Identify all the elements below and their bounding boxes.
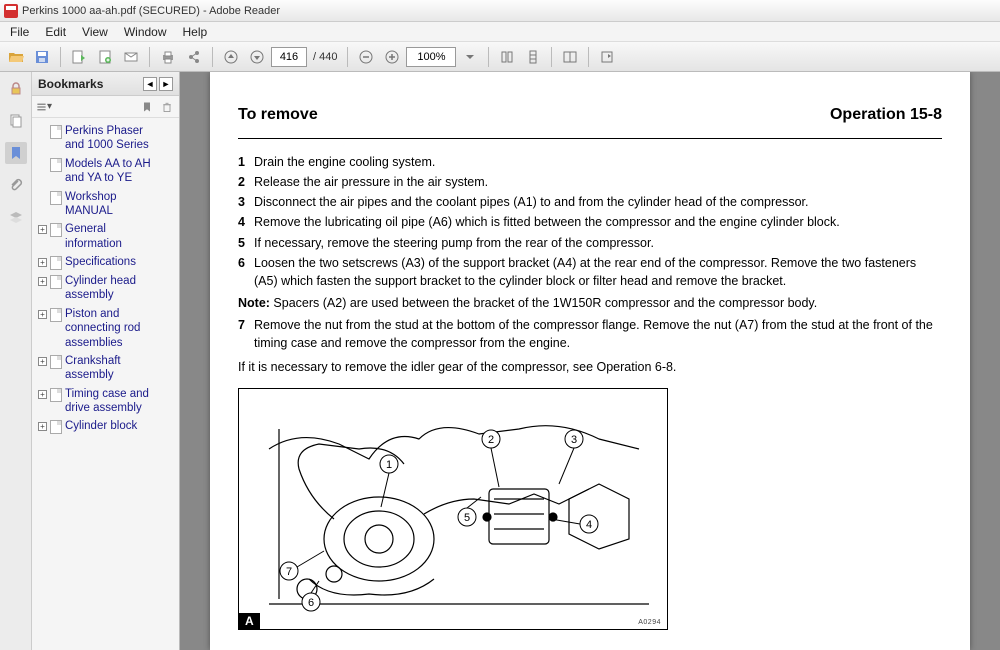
view-scroll-button[interactable] xyxy=(521,45,545,69)
page-icon xyxy=(50,191,62,205)
bookmark-label: Workshop MANUAL xyxy=(65,190,165,219)
bookmark-label: Piston and connecting rod assemblies xyxy=(65,307,165,350)
page-icon xyxy=(50,256,62,270)
procedure-steps: 1Drain the engine cooling system.2Releas… xyxy=(238,153,942,376)
bookmark-item[interactable]: + Cylinder head assembly xyxy=(34,272,177,305)
menubar: File Edit View Window Help xyxy=(0,22,1000,42)
bookmark-label: Crankshaft assembly xyxy=(65,354,165,383)
svg-text:4: 4 xyxy=(586,519,592,531)
page-icon xyxy=(50,308,62,322)
pdf-page: To remove Operation 15-8 1Drain the engi… xyxy=(210,72,970,650)
page-icon xyxy=(50,275,62,289)
page-icon xyxy=(50,388,62,402)
bookmark-label: Specifications xyxy=(65,255,136,269)
create-pdf-button[interactable] xyxy=(93,45,117,69)
bookmark-item[interactable]: + Crankshaft assembly xyxy=(34,352,177,385)
document-area[interactable]: To remove Operation 15-8 1Drain the engi… xyxy=(180,72,1000,650)
page-up-button[interactable] xyxy=(219,45,243,69)
page-icon xyxy=(50,223,62,237)
bookmarks-panel: Bookmarks ◄ ► ▾ +Perkins Phaser and 1000… xyxy=(32,72,180,650)
page-total-label: / 440 xyxy=(309,51,341,63)
svg-text:3: 3 xyxy=(571,434,577,446)
security-icon[interactable] xyxy=(5,78,27,100)
read-mode-button[interactable] xyxy=(558,45,582,69)
bookmark-label: Cylinder block xyxy=(65,419,137,433)
bookmark-item[interactable]: +Models AA to AH and YA to YE xyxy=(34,155,177,188)
window-title: Perkins 1000 aa-ah.pdf (SECURED) - Adobe… xyxy=(22,5,280,17)
menu-window[interactable]: Window xyxy=(116,23,175,41)
bookmark-label: Perkins Phaser and 1000 Series xyxy=(65,124,165,153)
menu-help[interactable]: Help xyxy=(175,23,216,41)
bookmark-item[interactable]: + Piston and connecting rod assemblies xyxy=(34,305,177,352)
expand-icon[interactable]: + xyxy=(38,258,47,267)
view-single-button[interactable] xyxy=(495,45,519,69)
open-button[interactable] xyxy=(4,45,28,69)
zoom-out-button[interactable] xyxy=(354,45,378,69)
bookmark-item[interactable]: + Specifications xyxy=(34,253,177,272)
svg-text:1: 1 xyxy=(386,459,392,471)
bookmark-item[interactable]: +Perkins Phaser and 1000 Series xyxy=(34,122,177,155)
bm-prev-icon[interactable]: ◄ xyxy=(143,77,157,91)
figure-a: 1 2 3 4 5 6 7 A A0294 xyxy=(238,388,668,630)
bookmark-item[interactable]: + General information xyxy=(34,220,177,253)
bm-new-icon[interactable] xyxy=(139,99,155,115)
figure-label: A xyxy=(239,613,260,629)
toolbar: / 440 xyxy=(0,42,1000,72)
bookmark-item[interactable]: +Workshop MANUAL xyxy=(34,188,177,221)
bookmark-label: Cylinder head assembly xyxy=(65,274,165,303)
expand-icon[interactable]: + xyxy=(38,357,47,366)
bookmark-label: Models AA to AH and YA to YE xyxy=(65,157,165,186)
bookmarks-icon[interactable] xyxy=(5,142,27,164)
bookmarks-tree[interactable]: +Perkins Phaser and 1000 Series+Models A… xyxy=(32,118,179,650)
page-icon xyxy=(50,158,62,172)
expand-icon[interactable]: + xyxy=(38,422,47,431)
bm-options-icon[interactable]: ▾ xyxy=(36,99,52,115)
bookmarks-title: Bookmarks xyxy=(38,77,103,91)
print-button[interactable] xyxy=(156,45,180,69)
attachments-icon[interactable] xyxy=(5,174,27,196)
menu-edit[interactable]: Edit xyxy=(37,23,74,41)
page-icon xyxy=(50,125,62,139)
bm-delete-icon[interactable] xyxy=(159,99,175,115)
zoom-input[interactable] xyxy=(406,47,456,67)
save-button[interactable] xyxy=(30,45,54,69)
page-down-button[interactable] xyxy=(245,45,269,69)
share-button[interactable] xyxy=(182,45,206,69)
operation-number: Operation 15-8 xyxy=(830,106,942,124)
menu-view[interactable]: View xyxy=(74,23,116,41)
thumbnails-icon[interactable] xyxy=(5,110,27,132)
pdf-file-icon xyxy=(4,4,18,18)
bookmark-label: Timing case and drive assembly xyxy=(65,387,165,416)
zoom-in-button[interactable] xyxy=(380,45,404,69)
layers-icon[interactable] xyxy=(5,206,27,228)
svg-text:6: 6 xyxy=(308,597,314,609)
page-number-input[interactable] xyxy=(271,47,307,67)
expand-icon[interactable]: + xyxy=(38,277,47,286)
nav-icon-strip xyxy=(0,72,32,650)
expand-icon[interactable]: + xyxy=(38,390,47,399)
figure-code: A0294 xyxy=(638,619,661,626)
titlebar: Perkins 1000 aa-ah.pdf (SECURED) - Adobe… xyxy=(0,0,1000,22)
section-title: To remove xyxy=(238,106,318,124)
page-icon xyxy=(50,420,62,434)
email-button[interactable] xyxy=(119,45,143,69)
bookmark-item[interactable]: + Timing case and drive assembly xyxy=(34,385,177,418)
svg-text:7: 7 xyxy=(286,566,292,578)
export-pdf-button[interactable] xyxy=(67,45,91,69)
page-icon xyxy=(50,355,62,369)
fullscreen-button[interactable] xyxy=(595,45,619,69)
svg-text:5: 5 xyxy=(464,512,470,524)
bookmark-item[interactable]: + Cylinder block xyxy=(34,417,177,436)
menu-file[interactable]: File xyxy=(2,23,37,41)
zoom-dropdown[interactable] xyxy=(458,45,482,69)
bm-next-icon[interactable]: ► xyxy=(159,77,173,91)
svg-text:2: 2 xyxy=(488,434,494,446)
bookmark-label: General information xyxy=(65,222,165,251)
expand-icon[interactable]: + xyxy=(38,225,47,234)
expand-icon[interactable]: + xyxy=(38,310,47,319)
